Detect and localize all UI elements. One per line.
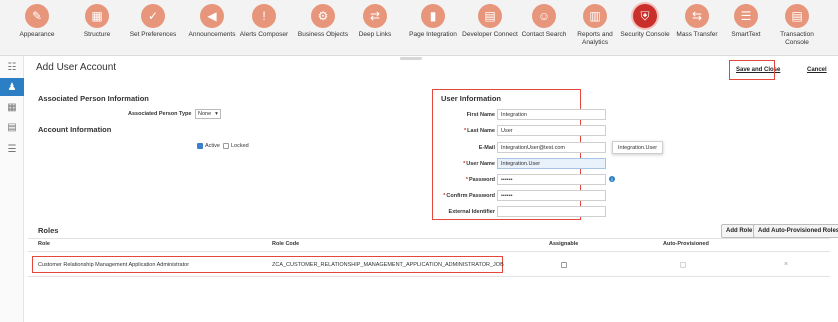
locked-checkbox[interactable] bbox=[223, 143, 229, 149]
nav-label: Set Preferences bbox=[129, 31, 177, 38]
confirm-password-label: *Confirm Password bbox=[443, 193, 495, 199]
column-header-role[interactable]: Role bbox=[38, 241, 50, 247]
alert-icon: ! bbox=[252, 4, 276, 28]
save-highlight-box bbox=[729, 60, 775, 80]
info-icon[interactable]: i bbox=[609, 176, 615, 182]
last-name-field[interactable]: User bbox=[497, 125, 606, 136]
drag-handle[interactable] bbox=[400, 57, 422, 60]
user-info-heading: User Information bbox=[441, 94, 502, 103]
user-icon[interactable]: ♟ bbox=[0, 78, 24, 96]
preferences-icon: ✓ bbox=[141, 4, 165, 28]
roles-heading: Roles bbox=[38, 226, 59, 235]
locked-checkbox-group[interactable]: Locked bbox=[223, 143, 249, 149]
first-name-label: First Name bbox=[466, 112, 495, 118]
username-tooltip: Integration.User bbox=[612, 141, 664, 154]
list-icon[interactable]: ☰ bbox=[4, 142, 20, 156]
page-integration-icon: ▮ bbox=[421, 4, 445, 28]
assignable-checkbox[interactable] bbox=[561, 262, 567, 268]
column-header-role-code[interactable]: Role Code bbox=[272, 241, 299, 247]
auto-provisioned-checkbox bbox=[680, 262, 686, 268]
nav-item-transaction-console[interactable]: ▤ Transaction Console bbox=[762, 4, 832, 47]
nav-label: Appearance bbox=[19, 31, 55, 38]
confirm-password-field[interactable]: •••••• bbox=[497, 190, 606, 201]
nav-label: SmartText bbox=[731, 31, 761, 38]
transaction-console-icon: ▤ bbox=[785, 4, 809, 28]
column-header-auto-provisioned[interactable]: Auto-Provisioned bbox=[663, 241, 709, 247]
nav-label: Transaction Console bbox=[780, 31, 814, 46]
active-label: Active bbox=[205, 143, 220, 149]
first-name-field[interactable]: Integration bbox=[497, 109, 606, 120]
brush-icon: ✎ bbox=[25, 4, 49, 28]
objects-icon: ⚙ bbox=[311, 4, 335, 28]
table-header-bottom-divider bbox=[28, 251, 830, 252]
password-field[interactable]: •••••• bbox=[497, 174, 606, 185]
associated-person-heading: Associated Person Information bbox=[38, 94, 149, 103]
analytics-icon[interactable]: ▤ bbox=[4, 120, 20, 134]
mass-transfer-icon: ⇆ bbox=[685, 4, 709, 28]
active-checkbox[interactable] bbox=[197, 143, 203, 149]
username-field[interactable]: Integration.User bbox=[497, 158, 606, 169]
shield-icon: ⛨ bbox=[633, 4, 657, 28]
associated-person-type-label: Associated Person Type bbox=[128, 111, 192, 117]
associated-person-type-select[interactable]: None ▾ bbox=[195, 109, 221, 119]
navigator-bar: ✎ Appearance ▦ Structure ✓ Set Preferences ◀ An… bbox=[0, 0, 838, 56]
table-header-top-divider bbox=[28, 238, 830, 239]
last-name-label-text: Last Name bbox=[467, 128, 495, 134]
email-field[interactable]: IntegrationUser@test.com bbox=[497, 142, 606, 153]
megaphone-icon: ◀ bbox=[200, 4, 224, 28]
required-mark: * bbox=[464, 128, 467, 134]
required-mark: * bbox=[463, 161, 466, 167]
nav-label: Deep Links bbox=[358, 31, 392, 38]
email-label: E-Mail bbox=[478, 145, 495, 151]
page-title: Add User Account bbox=[36, 62, 117, 73]
reports-icon: ▥ bbox=[583, 4, 607, 28]
external-identifier-label: External Identifier bbox=[448, 209, 495, 215]
cancel-button[interactable]: Cancel bbox=[803, 63, 831, 77]
confirm-password-label-text: Confirm Password bbox=[446, 193, 495, 199]
password-label-text: Password bbox=[469, 177, 495, 183]
contact-search-icon: ☺ bbox=[532, 4, 556, 28]
locked-label: Locked bbox=[231, 143, 249, 149]
last-name-label: *Last Name bbox=[464, 128, 495, 134]
smarttext-icon: ☰ bbox=[734, 4, 758, 28]
deep-links-icon: ⇄ bbox=[363, 4, 387, 28]
users-icon[interactable]: ☷ bbox=[4, 60, 20, 74]
structure-icon: ▦ bbox=[85, 4, 109, 28]
nav-label: Reports and Analytics bbox=[577, 31, 613, 46]
nav-label: Structure bbox=[83, 31, 111, 38]
add-role-button[interactable]: Add Role bbox=[721, 224, 758, 238]
nav-label: Alerts Composer bbox=[239, 31, 289, 38]
role-code-cell: ZCA_CUSTOMER_RELATIONSHIP_MANAGEMENT_APP… bbox=[272, 262, 504, 268]
left-rail: ☷ ♟ ▦ ▤ ☰ bbox=[0, 56, 24, 322]
account-info-heading: Account Information bbox=[38, 125, 112, 134]
remove-role-icon[interactable]: × bbox=[784, 261, 788, 268]
add-auto-provisioned-roles-button[interactable]: Add Auto-Provisioned Roles bbox=[753, 224, 838, 238]
column-header-assignable[interactable]: Assignable bbox=[549, 241, 578, 247]
active-checkbox-group[interactable]: Active bbox=[197, 143, 220, 149]
nav-label: Page Integration bbox=[409, 31, 457, 38]
role-name-cell: Customer Relationship Management Applica… bbox=[38, 262, 190, 268]
external-identifier-field[interactable] bbox=[497, 206, 606, 217]
developer-connect-icon: ▤ bbox=[478, 4, 502, 28]
username-label: *User Name bbox=[463, 161, 495, 167]
roles-icon[interactable]: ▦ bbox=[4, 100, 20, 114]
chevron-down-icon: ▾ bbox=[215, 111, 218, 117]
required-mark: * bbox=[465, 177, 469, 183]
password-label: *Password bbox=[466, 177, 495, 183]
associated-person-type-value: None bbox=[198, 111, 212, 117]
table-row-divider bbox=[28, 276, 830, 277]
username-label-text: User Name bbox=[466, 161, 495, 167]
